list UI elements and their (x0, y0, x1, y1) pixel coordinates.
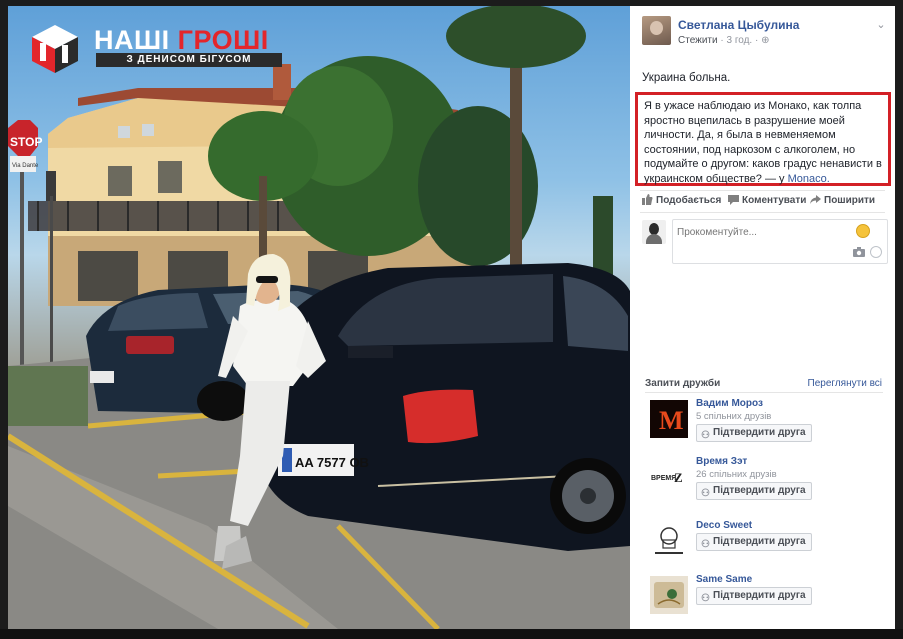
confirm-friend-button[interactable]: ⚇ Підтвердити друга (696, 533, 812, 551)
post-intro: Украина больна. (642, 72, 731, 84)
confirm-friend-button[interactable]: ⚇ Підтвердити друга (696, 482, 812, 500)
svg-text:ВРЕМЯ: ВРЕМЯ (651, 475, 676, 482)
logo-title-left: НАШІ (94, 25, 170, 55)
show-logo: НАШІ ГРОШІ З ДЕНИСОМ БІГУСОМ (30, 23, 282, 75)
comment-icon (728, 195, 739, 205)
friend-requests: Запити дружби Переглянути всі M Вадим Мо… (630, 372, 895, 629)
logo-title: НАШІ ГРОШІ (94, 25, 269, 55)
cupcake-avatar-icon (655, 527, 683, 554)
jewelry-avatar-icon (654, 582, 684, 608)
street-sign-text: Via Dante (12, 163, 39, 169)
confirm-label: Підтвердити друга (713, 590, 806, 601)
logo-title-right: ГРОШІ (177, 25, 269, 55)
author-avatar[interactable] (642, 16, 671, 45)
commenter-avatar (642, 220, 666, 244)
confirm-label: Підтвердити друга (713, 427, 806, 438)
post: Светлана Цыбулина Стежити · 3 год. · ⊕ ⌄… (630, 6, 895, 371)
location-link[interactable]: Monaco. (788, 173, 830, 185)
comment-box[interactable] (672, 219, 888, 264)
confirm-label: Підтвердити друга (713, 536, 806, 547)
mutual-friends[interactable]: 26 спільних друзів (696, 469, 777, 480)
divider (640, 212, 885, 213)
friend-request-item: Deco Sweet ⚇ Підтвердити друга (650, 520, 890, 570)
friend-avatar[interactable] (650, 576, 688, 614)
share-icon (810, 195, 821, 204)
add-friend-icon: ⚇ (701, 430, 710, 441)
confirm-friend-button[interactable]: ⚇ Підтвердити друга (696, 424, 812, 442)
comment-button[interactable]: Коментувати (728, 194, 806, 206)
follow-link[interactable]: Стежити (678, 35, 718, 46)
like-label: Подобається (656, 195, 722, 206)
svg-text:M: M (659, 406, 684, 435)
confirm-friend-button[interactable]: ⚇ Підтвердити друга (696, 587, 812, 605)
see-all-link[interactable]: Переглянути всі (808, 378, 882, 389)
friend-name[interactable]: Deco Sweet (696, 520, 752, 531)
stop-sign-text: STOP (10, 135, 42, 149)
post-actions: Подобається Коментувати Поширити (642, 194, 887, 210)
like-button[interactable]: Подобається (642, 194, 721, 206)
photo-scene: STOP Via Dante AA 7577 OB (8, 6, 630, 629)
sticker-icon[interactable] (870, 246, 882, 258)
flame-m-avatar-icon: M (659, 406, 684, 435)
add-friend-icon: ⚇ (701, 488, 710, 499)
friend-avatar[interactable]: ВРЕМЯ Z (650, 458, 688, 496)
emoji-icon[interactable] (856, 224, 870, 238)
share-label: Поширити (824, 195, 876, 206)
friend-name[interactable]: Время Зэт (696, 456, 747, 467)
mutual-friends[interactable]: 5 спільних друзів (696, 411, 771, 422)
friend-name[interactable]: Same Same (696, 574, 752, 585)
friend-request-item: M Вадим Мороз 5 спільних друзів ⚇ Підтвер… (650, 398, 890, 448)
highlighted-quote: Я в ужасе наблюдаю из Монако, как толпа … (635, 92, 891, 186)
globe-icon: ⊕ (761, 35, 770, 46)
author-name[interactable]: Светлана Цыбулина (678, 18, 799, 32)
quote-paragraph: Я в ужасе наблюдаю из Монако, как толпа … (644, 99, 886, 186)
post-photo[interactable]: STOP Via Dante AA 7577 OB НАШІ ГРОШІ З Д… (8, 6, 630, 629)
post-panel: Светлана Цыбулина Стежити · 3 год. · ⊕ ⌄… (630, 6, 895, 629)
confirm-label: Підтвердити друга (713, 485, 806, 496)
bottom-shade (0, 629, 903, 639)
friend-requests-title: Запити дружби (645, 378, 721, 389)
quote-text: Я в ужасе наблюдаю из Монако, как толпа … (644, 100, 882, 185)
friend-avatar[interactable]: M (650, 400, 688, 438)
license-plate-text: AA 7577 OB (295, 455, 369, 470)
post-meta: Стежити · 3 год. · ⊕ (678, 35, 770, 46)
logo-subtitle: З ДЕНИСОМ БІГУСОМ (96, 53, 282, 67)
friend-avatar[interactable] (650, 522, 688, 560)
share-button[interactable]: Поширити (810, 194, 875, 206)
post-time[interactable]: 3 год. (726, 35, 752, 46)
comment-label: Коментувати (742, 195, 807, 206)
friend-request-item: ВРЕМЯ Z Время Зэт 26 спільних друзів ⚇ Під… (650, 456, 890, 506)
camera-icon[interactable] (853, 247, 865, 257)
add-friend-icon: ⚇ (701, 593, 710, 604)
comment-input[interactable] (677, 224, 847, 240)
svg-text:Z: Z (674, 470, 683, 485)
thumbs-up-icon (642, 194, 653, 205)
vremya-z-avatar-icon: ВРЕМЯZ (651, 470, 683, 485)
location-prefix: — у (764, 172, 785, 185)
chevron-down-icon[interactable]: ⌄ (875, 18, 887, 31)
cube-logo-icon (32, 25, 78, 73)
friend-request-item: Same Same ⚇ Підтвердити друга (650, 574, 890, 624)
add-friend-icon: ⚇ (701, 539, 710, 550)
friend-name[interactable]: Вадим Мороз (696, 398, 763, 409)
divider (645, 392, 883, 393)
divider (640, 190, 885, 191)
